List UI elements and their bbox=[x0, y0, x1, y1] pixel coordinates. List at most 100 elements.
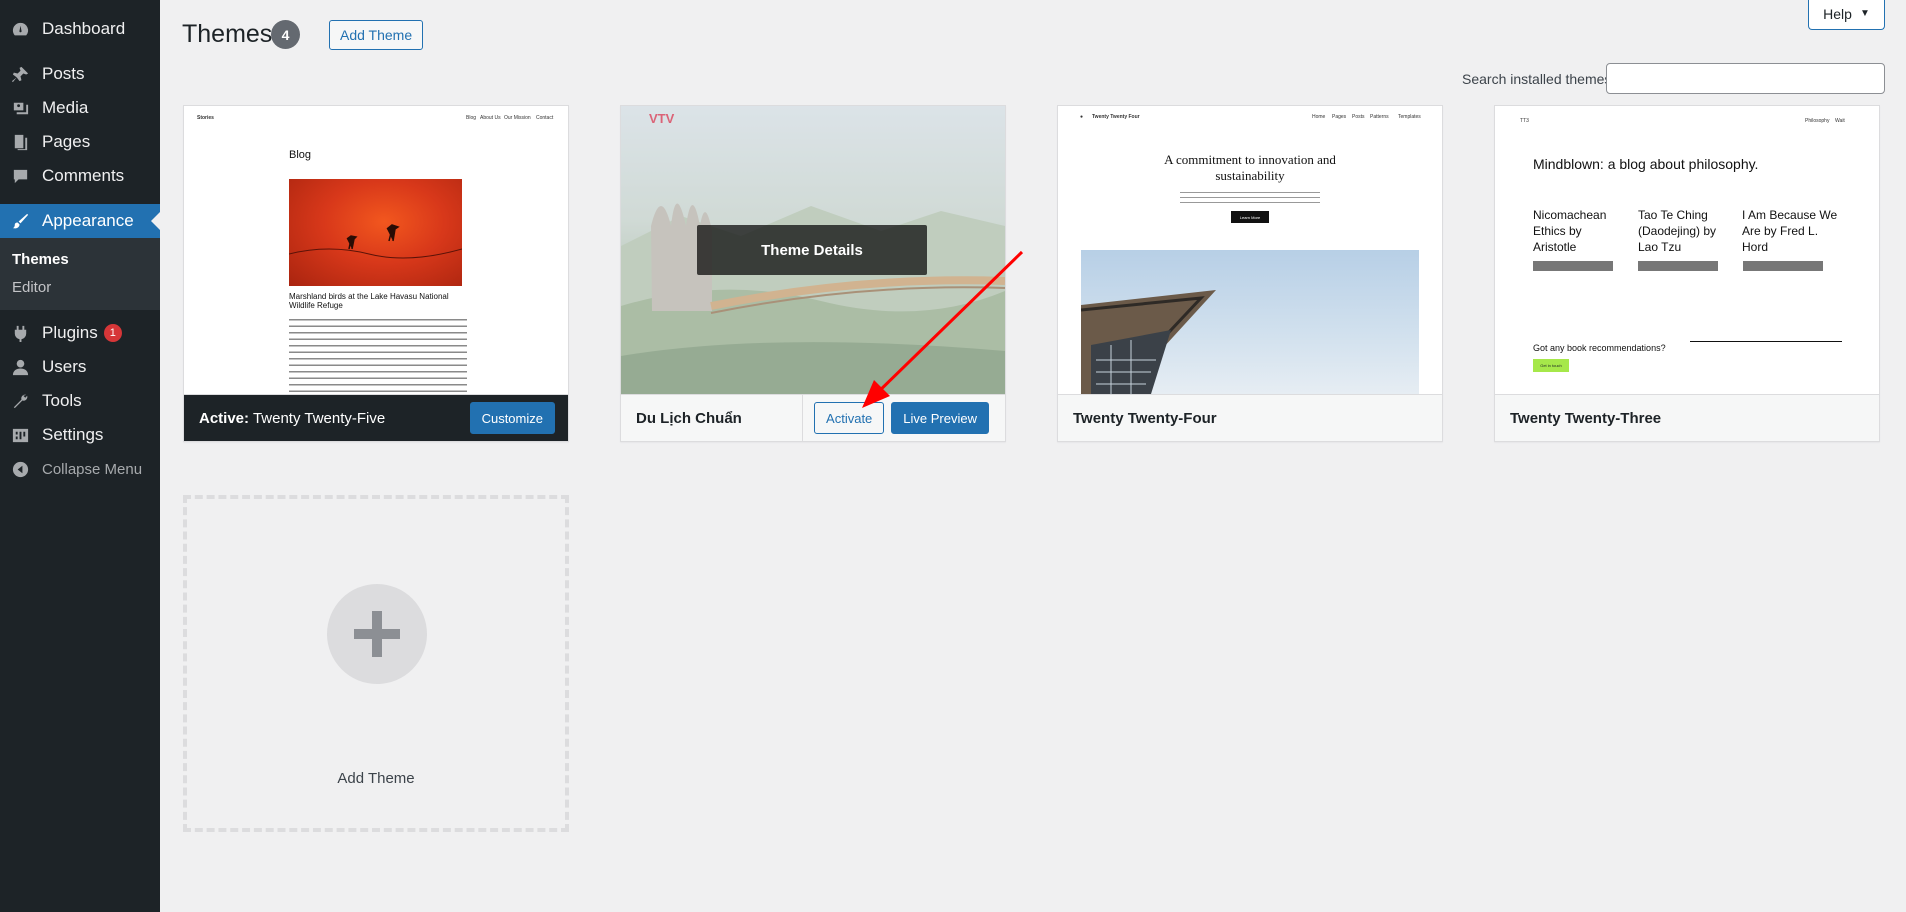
sidebar-item-settings[interactable]: Settings bbox=[0, 418, 160, 452]
theme-card-twenty-twenty-five[interactable]: Stories Blog About Us Our Mission Contac… bbox=[183, 105, 569, 442]
preview-nav-item: Posts bbox=[1352, 114, 1365, 120]
live-preview-button[interactable]: Live Preview bbox=[891, 402, 989, 434]
preview-headline: A commitment to innovation and sustainab… bbox=[1164, 152, 1336, 183]
sidebar-item-media[interactable]: Media bbox=[0, 91, 160, 125]
search-themes-input[interactable] bbox=[1606, 63, 1885, 94]
add-new-theme-card[interactable]: Add Theme bbox=[183, 495, 569, 832]
preview-nav-item: Home bbox=[1312, 114, 1326, 120]
sidebar-item-posts[interactable]: Posts bbox=[0, 57, 160, 91]
preview-site-title: Twenty Twenty Four bbox=[1092, 114, 1140, 120]
theme-name: Twenty Twenty-Three bbox=[1510, 409, 1662, 427]
preview-headline: Mindblown: a blog about philosophy. bbox=[1533, 156, 1759, 172]
preview-nav-item: Our Mission bbox=[504, 115, 531, 121]
preview-site-title: Stories bbox=[197, 115, 214, 121]
preview-nav-item: Wait bbox=[1835, 118, 1845, 124]
preview-post-title: I Am Because We Are by Fred L. Hord bbox=[1742, 208, 1838, 254]
sidebar-item-appearance[interactable]: Appearance bbox=[0, 204, 160, 238]
submenu-item-editor[interactable]: Editor bbox=[0, 274, 160, 302]
sidebar-item-label: Comments bbox=[42, 166, 125, 185]
preview-nav-item: Patterns bbox=[1370, 114, 1389, 120]
collapse-icon bbox=[10, 459, 30, 479]
settings-icon bbox=[10, 425, 30, 445]
collapse-menu-button[interactable]: Collapse Menu bbox=[0, 452, 160, 486]
preview-caption: Marshland birds at the Lake Havasu Natio… bbox=[289, 292, 449, 310]
preview-site-title: TT3 bbox=[1520, 118, 1529, 124]
active-theme-name: Active: Twenty Twenty-Five bbox=[199, 410, 385, 427]
help-tab-button[interactable]: Help ▼ bbox=[1808, 0, 1885, 30]
theme-actions: Activate Live Preview bbox=[814, 402, 989, 434]
preview-cta: Got any book recommendations? bbox=[1533, 343, 1666, 353]
sidebar-item-label: Tools bbox=[42, 391, 82, 410]
activate-button[interactable]: Activate bbox=[814, 402, 885, 434]
footer-divider bbox=[802, 395, 803, 442]
preview-cta-button: Get in touch bbox=[1533, 359, 1569, 372]
preview-nav-item: Philosophy bbox=[1805, 118, 1830, 124]
preview-separator bbox=[1690, 341, 1842, 342]
media-icon bbox=[10, 98, 30, 118]
page-title: Themes bbox=[182, 20, 273, 48]
theme-screenshot: TT3 Philosophy Wait Mindblown: a blog ab… bbox=[1495, 106, 1879, 394]
theme-screenshot: Stories Blog About Us Our Mission Contac… bbox=[184, 106, 568, 394]
theme-name: Du Lịch Chuẩn bbox=[636, 409, 742, 427]
add-new-theme-label: Add Theme bbox=[337, 770, 415, 787]
theme-footer: Twenty Twenty-Three bbox=[1495, 394, 1879, 441]
update-count-badge: 1 bbox=[103, 324, 122, 342]
preview-logo-dot: ● bbox=[1080, 114, 1084, 120]
preview-excerpts bbox=[1533, 261, 1823, 271]
user-icon bbox=[10, 357, 30, 377]
preview-button: Learn More bbox=[1231, 211, 1269, 223]
customize-button[interactable]: Customize bbox=[469, 402, 555, 434]
plus-icon bbox=[327, 584, 427, 684]
sidebar-item-dashboard[interactable]: Dashboard bbox=[0, 12, 160, 46]
sidebar-item-label: Plugins bbox=[42, 323, 98, 342]
preview-body-text bbox=[289, 316, 467, 394]
theme-card-twenty-twenty-three[interactable]: TT3 Philosophy Wait Mindblown: a blog ab… bbox=[1494, 105, 1880, 442]
sidebar-item-label: Appearance bbox=[42, 211, 134, 230]
preview-nav-item: Contact bbox=[536, 115, 554, 121]
theme-details-button[interactable]: Theme Details bbox=[697, 225, 927, 275]
theme-footer: Twenty Twenty-Four bbox=[1058, 394, 1442, 441]
plugin-icon bbox=[10, 323, 30, 343]
comment-icon bbox=[10, 166, 30, 186]
theme-count-badge: 4 bbox=[271, 20, 300, 49]
active-prefix: Active: bbox=[199, 409, 250, 427]
sidebar-item-label: Dashboard bbox=[42, 19, 126, 38]
dashboard-icon bbox=[10, 19, 30, 39]
submenu-item-themes[interactable]: Themes bbox=[0, 246, 160, 274]
sidebar-item-pages[interactable]: Pages bbox=[0, 125, 160, 159]
sidebar-item-plugins[interactable]: Plugins 1 bbox=[0, 316, 160, 350]
pages-icon bbox=[10, 132, 30, 152]
theme-name: Twenty Twenty-Five bbox=[252, 409, 386, 427]
collapse-menu-label: Collapse Menu bbox=[42, 460, 143, 478]
preview-architecture-image bbox=[1081, 250, 1419, 394]
preview-image bbox=[288, 179, 463, 286]
theme-screenshot: ● Twenty Twenty Four Home Pages Posts Pa… bbox=[1058, 106, 1442, 394]
sidebar-item-users[interactable]: Users bbox=[0, 350, 160, 384]
sidebar-item-comments[interactable]: Comments bbox=[0, 159, 160, 193]
sidebar-item-tools[interactable]: Tools bbox=[0, 384, 160, 418]
sidebar-item-label: Media bbox=[42, 98, 89, 117]
sidebar-item-label: Posts bbox=[42, 64, 85, 83]
theme-card-twenty-twenty-four[interactable]: ● Twenty Twenty Four Home Pages Posts Pa… bbox=[1057, 105, 1443, 442]
theme-card-du-lich-chuan[interactable]: VTV Theme Details Du Lịch Chuẩn Activate… bbox=[620, 105, 1006, 442]
theme-name: Twenty Twenty-Four bbox=[1073, 409, 1217, 427]
help-label: Help bbox=[1823, 5, 1852, 22]
add-theme-button[interactable]: Add Theme bbox=[329, 20, 424, 50]
appearance-submenu: Themes Editor bbox=[0, 238, 160, 310]
caret-down-icon: ▼ bbox=[1859, 8, 1870, 19]
theme-screenshot: VTV Theme Details bbox=[621, 106, 1005, 394]
theme-footer: Du Lịch Chuẩn Activate Live Preview bbox=[621, 394, 1005, 442]
sidebar-item-label: Users bbox=[42, 357, 87, 376]
search-label: Search installed themes bbox=[1462, 71, 1612, 87]
preview-nav-item: Blog bbox=[466, 115, 477, 121]
preview-heading: Blog bbox=[289, 149, 312, 161]
preview-nav-item: About Us bbox=[480, 115, 501, 121]
theme-footer: Active: Twenty Twenty-Five Customize bbox=[184, 394, 568, 441]
sidebar-item-label: Pages bbox=[42, 132, 91, 151]
brush-icon bbox=[10, 211, 30, 231]
preview-post-title: Nicomachean Ethics by Aristotle bbox=[1533, 208, 1607, 254]
preview-nav-item: Pages bbox=[1332, 114, 1347, 120]
admin-sidebar: Dashboard Posts Media Pages Comments App… bbox=[0, 0, 160, 912]
preview-post-title: Tao Te Ching (Daodejing) by Lao Tzu bbox=[1638, 208, 1717, 254]
preview-nav-item: Templates bbox=[1398, 114, 1421, 120]
